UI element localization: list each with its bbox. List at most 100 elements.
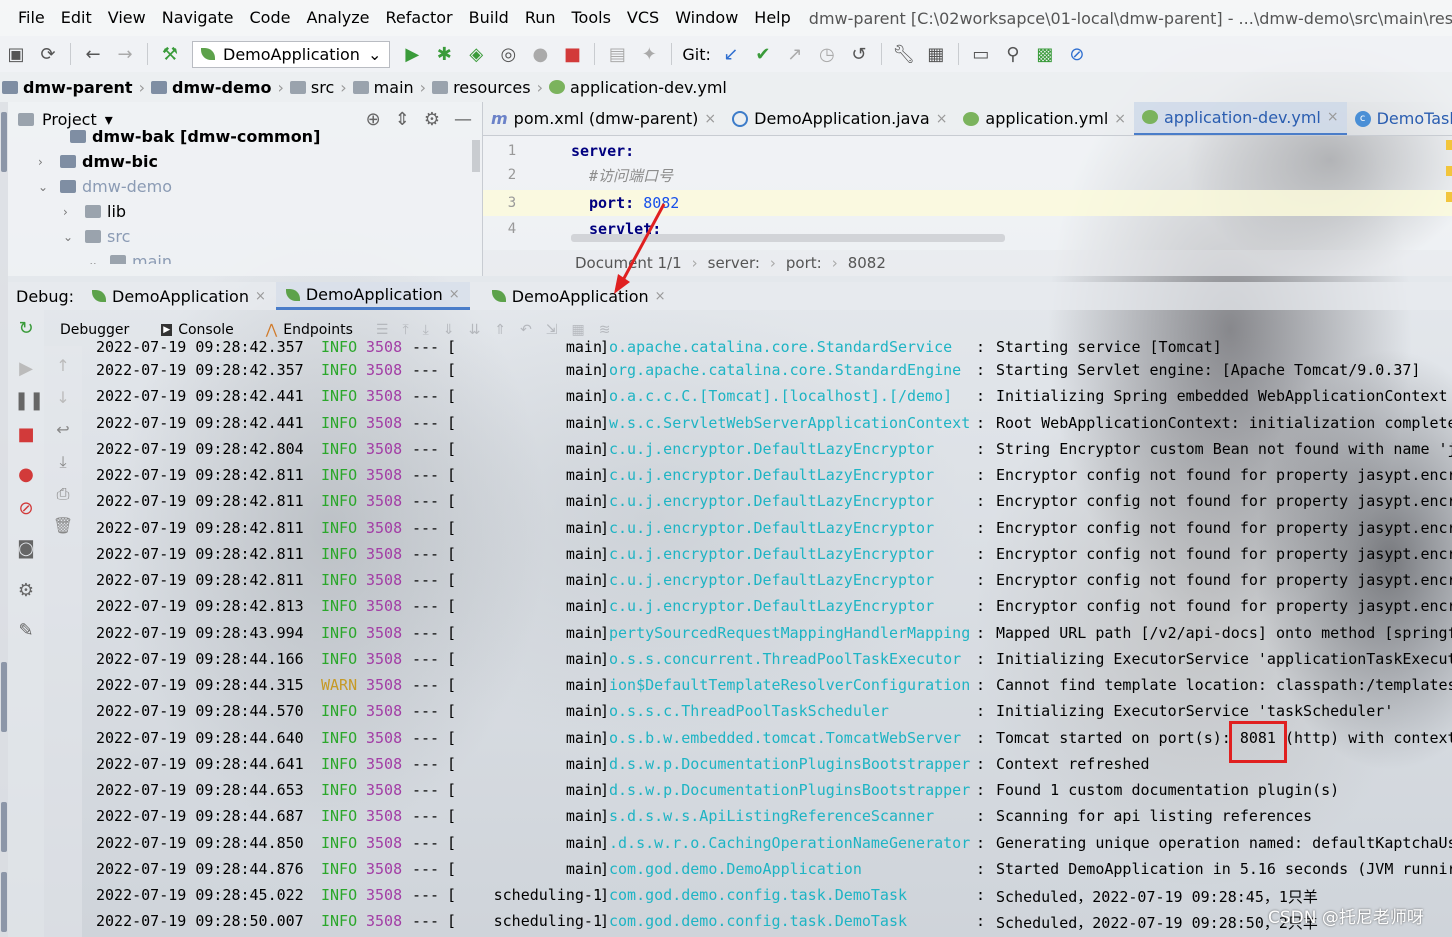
tree-item[interactable]: ⌄ main (8, 249, 482, 264)
tree-item[interactable]: › dmw-bic (8, 149, 482, 174)
debug-session-tab[interactable]: DemoApplication × (82, 282, 276, 310)
close-icon[interactable]: × (936, 111, 948, 127)
close-icon[interactable]: × (1114, 111, 1126, 127)
tab-application-yml[interactable]: application.yml × (955, 102, 1134, 135)
layout-icon[interactable]: ▤ (604, 41, 630, 67)
show-execution-point-icon[interactable]: ⤒ (402, 322, 408, 338)
debug-bug-icon[interactable]: ✱ (431, 41, 457, 67)
scroll-to-end-icon[interactable]: ⤓ (52, 452, 74, 474)
tasks-icon[interactable]: ✦ (636, 41, 662, 67)
history-icon[interactable]: ◷ (814, 41, 840, 67)
monitor-icon[interactable]: ▩ (1032, 41, 1058, 67)
tool-window-button[interactable] (1, 802, 7, 852)
tool-window-button[interactable] (1, 662, 7, 732)
up-stack-icon[interactable]: ↑ (52, 356, 74, 378)
attach-icon[interactable]: ● (527, 41, 553, 67)
editor-breadcrumb-item[interactable]: port: (786, 254, 822, 272)
camera-icon[interactable]: ◙ (14, 538, 38, 562)
pause-icon[interactable]: ❚❚ (14, 390, 44, 414)
wrench-icon[interactable]: 🔧︎ (891, 41, 917, 67)
chevron-down-icon[interactable]: ⌄ (38, 180, 52, 194)
menu-build[interactable]: Build (461, 0, 517, 36)
tab-debugger[interactable]: Debugger (44, 322, 145, 338)
tab-application-dev-yml[interactable]: application-dev.yml × (1134, 102, 1347, 135)
tab-demo-application[interactable]: DemoApplication.java × (724, 102, 955, 135)
breadcrumb-item[interactable]: resources (430, 78, 533, 97)
resume-icon[interactable]: ▶ (14, 358, 38, 382)
step-over-icon[interactable]: ⤓ (423, 322, 429, 338)
soft-wrap-icon[interactable]: ↩ (52, 420, 74, 442)
run-configuration-select[interactable]: DemoApplication ⌄ (192, 40, 391, 68)
terminal-icon[interactable]: ▭ (968, 41, 994, 67)
menu-code[interactable]: Code (242, 0, 299, 36)
run-icon[interactable]: ▶ (399, 41, 425, 67)
stop-icon[interactable]: ■ (559, 41, 585, 67)
close-icon[interactable]: × (1327, 109, 1339, 125)
step-into-icon[interactable]: ⇓ (443, 322, 455, 338)
forward-icon[interactable]: → (112, 41, 138, 67)
trace-icon[interactable]: ≋ (599, 322, 611, 338)
menu-vcs[interactable]: VCS (619, 0, 667, 36)
chevron-down-icon[interactable]: ⌄ (63, 230, 77, 244)
breadcrumb-item[interactable]: application-dev.yml (547, 78, 729, 97)
search-icon[interactable]: ⚲ (1000, 41, 1026, 67)
tree-item[interactable]: ⌄ src (8, 224, 482, 249)
close-icon[interactable]: × (449, 287, 460, 302)
settings-icon[interactable]: ⚙ (14, 580, 38, 604)
mute-breakpoints-icon[interactable]: ⊘ (14, 498, 38, 522)
menu-view[interactable]: View (100, 0, 154, 36)
evaluate-icon[interactable]: ▦ (572, 322, 585, 338)
menu-icon[interactable]: ☰ (376, 322, 389, 338)
breadcrumb-item[interactable]: main (351, 78, 416, 97)
git-commit-icon[interactable]: ✔ (750, 41, 776, 67)
git-push-icon[interactable]: ↗ (782, 41, 808, 67)
breadcrumb-item[interactable]: dmw-demo (149, 78, 274, 97)
breadcrumb-item[interactable]: dmw-parent (0, 78, 135, 97)
debug-session-tab[interactable]: DemoApplication × (275, 282, 470, 310)
editor-breadcrumb-item[interactable]: 8082 (848, 254, 886, 272)
rollback-icon[interactable]: ↺ (846, 41, 872, 67)
print-icon[interactable]: ⎙ (52, 484, 74, 506)
tab-pom-xml[interactable]: m pom.xml (dmw-parent) × (483, 102, 724, 135)
chevron-down-icon[interactable]: ⌄ (88, 255, 102, 265)
scrollbar[interactable] (472, 140, 480, 172)
menu-tools[interactable]: Tools (564, 0, 619, 36)
tab-demo-task[interactable]: c DemoTask.java (1347, 102, 1452, 135)
stop-icon[interactable]: ■ (14, 424, 38, 448)
menu-navigate[interactable]: Navigate (154, 0, 242, 36)
tree-item[interactable]: dmw-bak [dmw-common] (8, 124, 482, 149)
git-update-icon[interactable]: ↙ (718, 41, 744, 67)
view-breakpoints-icon[interactable]: ● (14, 464, 38, 488)
menu-analyze[interactable]: Analyze (298, 0, 377, 36)
tool-window-button[interactable] (1, 112, 7, 172)
menu-edit[interactable]: Edit (53, 0, 100, 36)
tab-endpoints[interactable]: ⋀ Endpoints (250, 322, 369, 338)
console-output[interactable]: 2022-07-19 09:28:42.357 INFO 3508 ---[main]… (82, 340, 1452, 937)
run-to-cursor-icon[interactable]: ⇲ (546, 322, 558, 338)
back-icon[interactable]: ← (80, 41, 106, 67)
disable-icon[interactable]: ⊘ (1064, 41, 1090, 67)
tree-item[interactable]: ⌄ dmw-demo (8, 174, 482, 199)
force-step-into-icon[interactable]: ⇊ (469, 322, 481, 338)
trash-icon[interactable]: 🗑︎ (52, 516, 74, 538)
close-icon[interactable]: × (255, 289, 266, 304)
step-out-icon[interactable]: ⇑ (494, 322, 506, 338)
menu-run[interactable]: Run (517, 0, 564, 36)
project-structure-icon[interactable]: ▦ (923, 41, 949, 67)
build-hammer-icon[interactable]: ⚒ (157, 41, 183, 67)
down-stack-icon[interactable]: ↓ (52, 388, 74, 410)
save-all-icon[interactable]: ▣ (3, 41, 29, 67)
profile-icon[interactable]: ◎ (495, 41, 521, 67)
menu-refactor[interactable]: Refactor (378, 0, 461, 36)
pin-icon[interactable]: ✎ (14, 620, 38, 644)
chevron-right-icon[interactable]: › (63, 205, 77, 219)
breadcrumb-item[interactable]: src (288, 78, 336, 97)
drop-frame-icon[interactable]: ↶ (520, 322, 532, 338)
tab-console[interactable]: ▶ Console (145, 322, 250, 338)
tree-item[interactable]: › lib (8, 199, 482, 224)
editor-breadcrumb-item[interactable]: server: (708, 254, 760, 272)
menu-window[interactable]: Window (667, 0, 746, 36)
rerun-icon[interactable]: ↻ (14, 318, 38, 342)
close-icon[interactable]: × (704, 111, 716, 127)
chevron-right-icon[interactable]: › (38, 155, 52, 169)
